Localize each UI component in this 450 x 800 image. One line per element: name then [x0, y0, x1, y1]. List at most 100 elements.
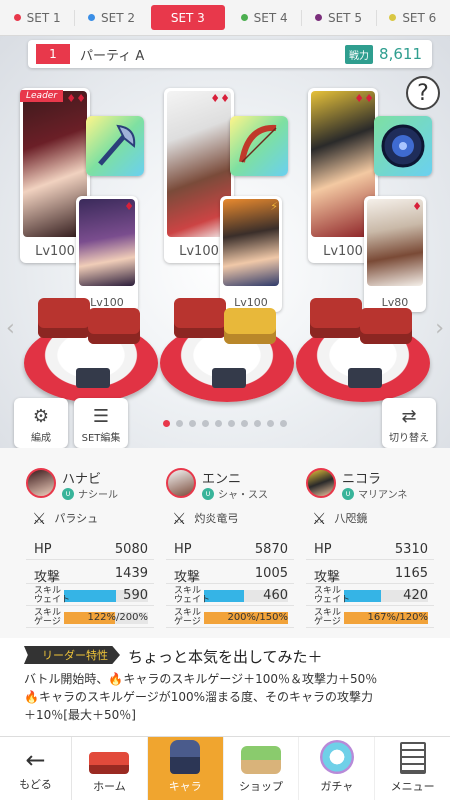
pedestal-block — [38, 298, 90, 338]
set-4-color-dot — [240, 14, 248, 21]
tab-label: SET 1 — [26, 10, 61, 25]
mirror-icon[interactable] — [374, 116, 432, 176]
nav-label: ホーム — [93, 780, 126, 793]
set-6-color-dot — [389, 14, 397, 21]
nav-shop[interactable]: ショップ — [222, 737, 299, 800]
skill-wait-bar — [64, 590, 116, 602]
set-edit-label: SET編集 — [81, 433, 121, 444]
nav-chara[interactable]: キャラ — [146, 737, 223, 800]
sub-name-text: シャ・スス — [218, 490, 268, 501]
hp-value: 5080 — [114, 542, 148, 557]
tab-set-6[interactable]: SET 6 — [375, 0, 450, 35]
hp-value: 5310 — [394, 542, 428, 557]
character-name: エンニ — [202, 472, 242, 487]
menu-icon — [399, 742, 426, 774]
party-name: パーティ A — [80, 48, 145, 64]
set-1-color-dot — [13, 14, 21, 21]
edit-label: 編成 — [31, 433, 51, 444]
power-label: 戦力 — [345, 44, 374, 64]
hp-value: 5870 — [254, 542, 288, 557]
diamond-icon: ♦♦ — [66, 92, 86, 105]
nav-label: ショップ — [238, 780, 283, 793]
atk-value: 1439 — [114, 566, 148, 581]
pedestal-block — [360, 308, 412, 344]
power-value: 8,611 — [379, 45, 422, 63]
weapon-slot-icon: ⚔ — [312, 508, 327, 528]
lightning-icon: ⚡ — [270, 200, 278, 213]
skill-gauge-value: 200%/150% — [227, 612, 288, 623]
skill-wait-label: スキル ウェイト — [314, 586, 351, 605]
line1-prefix: バトル開始時、 — [24, 672, 109, 686]
avatar — [306, 468, 336, 498]
party-member-1: Leader ♦♦ Lv100 ♦ Lv100 — [20, 88, 150, 312]
skill-gauge-label: スキル ゲージ — [174, 608, 202, 627]
pedestal-pad — [348, 368, 382, 388]
weapon-name: 八咫鏡 — [334, 512, 368, 525]
sub-name-text: ナシール — [78, 490, 118, 501]
weapon-slot-icon: ⚔ — [172, 508, 187, 528]
character-name: ニコラ — [342, 472, 382, 487]
back-arrow-icon: ← — [25, 745, 46, 774]
hp-row: HP 5310 — [306, 540, 434, 560]
atk-row: 攻撃 1165 — [306, 564, 434, 585]
tab-label: SET 2 — [101, 10, 135, 25]
hp-row: HP 5870 — [166, 540, 294, 560]
set-tabs: SET 1 SET 2 SET 3 SET 4 SET 5 SET 6 — [0, 0, 450, 36]
swap-icon: ⇄ — [401, 406, 417, 427]
pedestal-block — [88, 308, 140, 344]
avatar — [166, 468, 196, 498]
leader-skill-line-2: 🔥キャラのスキルゲージが100%溜まる度、そのキャラの攻撃力 — [24, 688, 373, 705]
weapon-slot-icon: ⚔ — [32, 508, 47, 528]
tab-set-1[interactable]: SET 1 — [0, 0, 74, 35]
diamond-icon: ♦♦ — [354, 92, 374, 105]
skill-gauge-row: スキル ゲージ 200%/150% — [166, 608, 294, 628]
set-2-color-dot — [88, 14, 95, 21]
skill-gauge-label: スキル ゲージ — [314, 608, 342, 627]
character-header[interactable]: ハナビ ∪ ナシール — [26, 468, 162, 504]
nav-label: メニュー — [390, 780, 435, 793]
skill-gauge-row: スキル ゲージ 122%/200% — [26, 608, 154, 628]
nav-home[interactable]: ホーム — [72, 737, 147, 800]
leader-skill-line-3: ＋10％[最大＋50％] — [24, 708, 136, 722]
next-party-arrow-icon[interactable]: › — [435, 316, 444, 341]
party-bar[interactable]: 1 パーティ A 戦力 8,611 — [28, 40, 432, 68]
skill-wait-label: スキル ウェイト — [34, 586, 71, 605]
weapon-name: 灼炎竜弓 — [194, 512, 239, 525]
tab-set-3[interactable]: SET 3 — [150, 5, 225, 30]
tab-set-4[interactable]: SET 4 — [227, 0, 301, 35]
skill-wait-row: スキル ウェイト 420 — [306, 586, 434, 606]
axe-icon[interactable] — [86, 116, 144, 176]
character-header[interactable]: エンニ ∪ シャ・スス — [166, 468, 302, 504]
sub-character-name: ∪ シャ・スス — [202, 486, 268, 501]
sub-badge-icon: ∪ — [202, 487, 214, 500]
nav-gacha[interactable]: ガチャ — [298, 737, 374, 800]
skill-wait-value: 460 — [263, 588, 288, 603]
switch-button[interactable]: ⇄ 切り替え — [382, 398, 436, 448]
previous-party-arrow-icon[interactable]: ‹ — [6, 316, 15, 341]
skill-gauge-label: スキル ゲージ — [34, 608, 62, 627]
switch-label: 切り替え — [389, 433, 429, 444]
back-button[interactable]: ← もどる — [0, 737, 72, 800]
skill-wait-value: 420 — [403, 588, 428, 603]
character-header[interactable]: ニコラ ∪ マリアンネ — [306, 468, 442, 504]
sub-character-name: ∪ マリアンネ — [342, 486, 407, 501]
hp-label: HP — [174, 542, 192, 557]
skill-gauge-row: スキル ゲージ 167%/120% — [306, 608, 434, 628]
tab-set-2[interactable]: SET 2 — [74, 0, 148, 35]
party-area: 1 パーティ A 戦力 8,611 ? Leader ♦♦ Lv100 ♦ Lv… — [0, 36, 450, 448]
fire-icon: 🔥 — [108, 672, 124, 686]
bow-icon[interactable] — [230, 116, 288, 176]
pedestal-block — [310, 298, 362, 338]
page-dot — [189, 420, 196, 427]
tab-label: SET 4 — [253, 10, 288, 25]
nav-menu[interactable]: メニュー — [374, 737, 450, 800]
nav-label: ガチャ — [320, 780, 354, 793]
line2-text: キャラのスキルゲージが100%溜まる度、そのキャラの攻撃力 — [38, 690, 374, 704]
page-dot — [267, 420, 274, 427]
character-name: ハナビ — [62, 472, 102, 487]
tab-set-5[interactable]: SET 5 — [301, 0, 375, 35]
party-member-2: ♦♦ Lv100 ⚡ Lv100 — [164, 88, 294, 312]
party-number: 1 — [36, 44, 70, 64]
skill-gauge-value: 167%/120% — [367, 612, 428, 623]
character-stats: ハナビ ∪ ナシール ⚔ パラシュ HP 5080 攻撃 1439 スキル ウェイト 59… — [0, 448, 450, 638]
